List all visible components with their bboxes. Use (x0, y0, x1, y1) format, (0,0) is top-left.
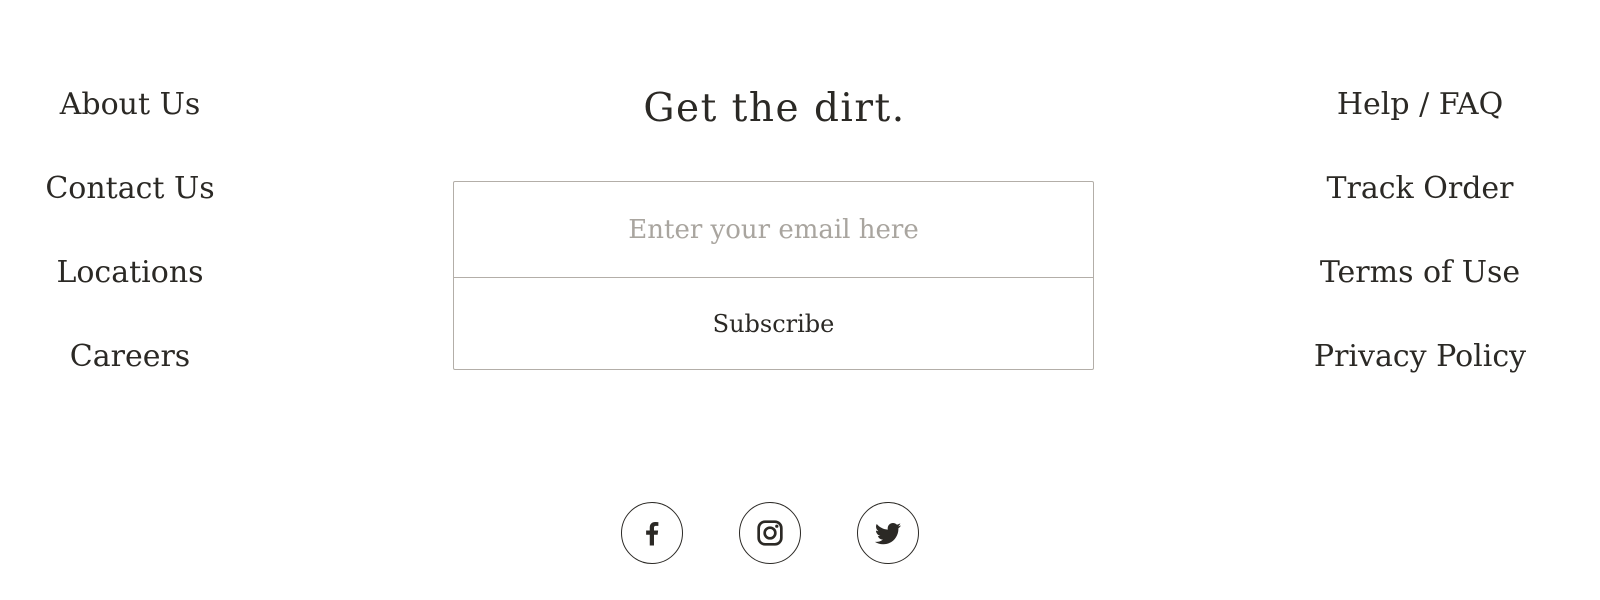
newsletter-heading: Get the dirt. (643, 86, 906, 131)
twitter-icon (874, 523, 902, 545)
about-us-link[interactable]: About Us (60, 80, 201, 164)
social-links (621, 502, 919, 564)
instagram-link[interactable] (739, 502, 801, 564)
signup-form: Subscribe (453, 181, 1094, 370)
help-faq-link[interactable]: Help / FAQ (1337, 80, 1503, 164)
footer-left-links: About Us Contact Us Locations Careers (30, 80, 230, 416)
footer-right-links: Help / FAQ Track Order Terms of Use Priv… (1300, 80, 1540, 416)
track-order-link[interactable]: Track Order (1327, 164, 1514, 248)
email-input[interactable] (454, 182, 1093, 278)
newsletter-signup: Get the dirt. Subscribe (453, 78, 1096, 370)
contact-us-link[interactable]: Contact Us (45, 164, 214, 248)
facebook-link[interactable] (621, 502, 683, 564)
twitter-link[interactable] (857, 502, 919, 564)
locations-link[interactable]: Locations (56, 248, 203, 332)
facebook-icon (646, 522, 659, 546)
privacy-policy-link[interactable]: Privacy Policy (1314, 332, 1526, 416)
site-footer: About Us Contact Us Locations Careers Ge… (0, 0, 1600, 600)
subscribe-button[interactable]: Subscribe (454, 278, 1093, 369)
careers-link[interactable]: Careers (70, 332, 190, 416)
instagram-icon (757, 520, 783, 546)
terms-of-use-link[interactable]: Terms of Use (1320, 248, 1520, 332)
